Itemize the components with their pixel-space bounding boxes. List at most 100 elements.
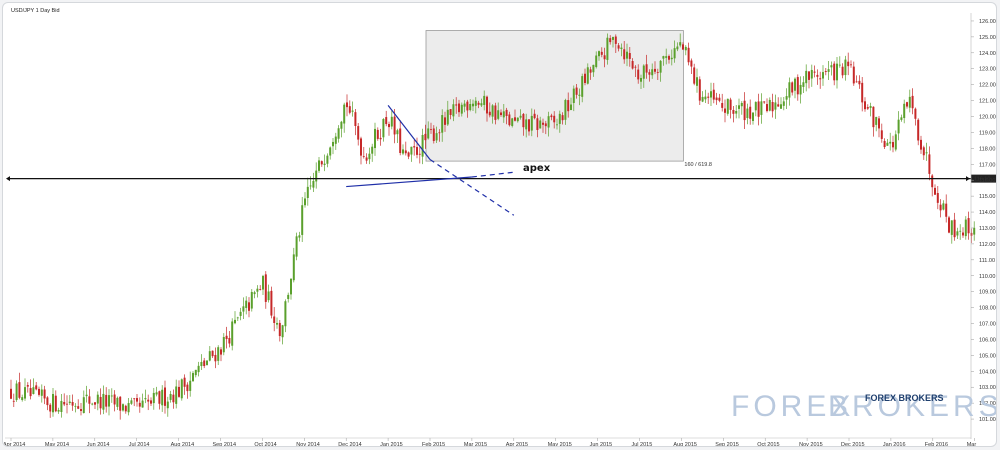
candle-body <box>911 95 914 109</box>
candle <box>889 132 892 151</box>
candle <box>127 398 130 416</box>
candle-body <box>525 119 528 130</box>
x-tick-label: Feb 2016 <box>925 442 948 447</box>
candle-body <box>424 133 427 141</box>
candle <box>693 63 696 86</box>
candle <box>256 285 259 298</box>
candle <box>754 101 757 117</box>
candle-body <box>211 350 214 357</box>
candle <box>418 145 421 164</box>
candle <box>262 274 264 296</box>
candle-body <box>368 153 371 160</box>
candle-body <box>287 294 290 300</box>
candle <box>337 125 340 143</box>
candle-body <box>26 385 29 387</box>
candle-body <box>351 110 354 112</box>
candle-body <box>441 115 444 133</box>
candle-body <box>768 99 771 111</box>
x-tick-label: Nov 2014 <box>296 442 320 447</box>
candle-body <box>805 70 808 84</box>
candle-body <box>141 400 144 408</box>
x-tick-label: Sep 2014 <box>213 442 237 447</box>
candle <box>914 107 917 126</box>
candle-body <box>707 96 710 98</box>
candle-body <box>766 104 768 112</box>
candle <box>292 247 295 283</box>
candle-body <box>906 102 908 107</box>
candle <box>214 347 217 369</box>
candle-body <box>74 405 77 407</box>
candle-body <box>668 56 670 60</box>
candle <box>388 121 390 136</box>
candle-body <box>536 118 539 130</box>
candle <box>869 102 872 117</box>
candle <box>348 100 351 115</box>
candle <box>945 194 948 223</box>
candle-body <box>24 387 26 399</box>
candle <box>281 324 284 345</box>
candle-body <box>122 404 124 411</box>
candle <box>329 146 332 160</box>
candle-body <box>477 102 480 105</box>
candle <box>99 388 102 415</box>
candle-body <box>161 389 164 406</box>
candle-body <box>348 106 351 113</box>
candle-body <box>404 150 407 154</box>
candle <box>323 154 326 172</box>
candle <box>35 381 38 391</box>
candle-body <box>326 155 329 164</box>
candle <box>964 216 967 240</box>
candle-body <box>250 291 253 309</box>
y-tick-label: 126.00 <box>979 19 996 25</box>
candle-body <box>262 275 264 290</box>
line-arrow-right <box>966 176 970 182</box>
candle-body <box>533 113 536 119</box>
candle <box>144 389 147 404</box>
candle-body <box>626 51 628 59</box>
candle-body <box>508 114 511 126</box>
candle-body <box>558 113 561 124</box>
candle <box>973 221 976 241</box>
candle-body <box>379 137 382 140</box>
candle <box>161 385 164 412</box>
candle-body <box>284 301 287 327</box>
y-tick-label: 105.00 <box>979 353 996 359</box>
candle-body <box>578 94 581 96</box>
candle-body <box>889 141 892 144</box>
candle-body <box>967 218 970 234</box>
candle-body <box>54 395 57 412</box>
candle-body <box>96 394 99 404</box>
candle <box>152 387 155 410</box>
candle <box>385 110 388 127</box>
candle-body <box>446 109 449 125</box>
candle-body <box>49 404 52 412</box>
candle <box>861 77 864 112</box>
range-box-label: 160 / 619.8 <box>684 162 712 168</box>
candle-body <box>939 204 942 211</box>
candle-body <box>158 391 161 404</box>
candle-body <box>46 397 49 406</box>
candle <box>147 394 150 411</box>
candle <box>158 390 161 410</box>
y-tick-label: 110.00 <box>979 274 995 280</box>
candle <box>738 98 740 119</box>
candle <box>416 137 418 159</box>
candle-body <box>850 64 852 66</box>
candle <box>60 393 63 418</box>
candle <box>141 393 144 408</box>
candle-body <box>91 403 94 405</box>
candle <box>819 71 822 89</box>
candle <box>766 98 768 113</box>
candle-body <box>458 103 460 113</box>
candle-body <box>819 78 822 80</box>
candle-body <box>785 96 788 100</box>
candle <box>830 61 833 76</box>
candle <box>735 104 738 119</box>
candle <box>217 345 220 366</box>
candle-body <box>600 51 603 55</box>
candle-body <box>474 100 477 106</box>
candle-body <box>609 38 612 43</box>
candle-body <box>824 71 827 73</box>
candle-body <box>175 386 178 404</box>
candle <box>710 82 712 107</box>
